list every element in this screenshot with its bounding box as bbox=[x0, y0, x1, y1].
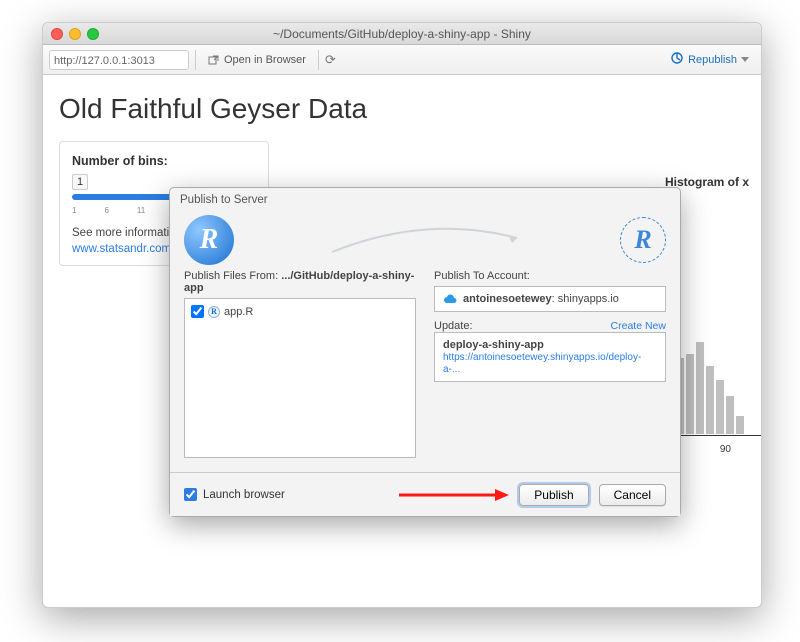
app-window: ~/Documents/GitHub/deploy-a-shiny-app - … bbox=[42, 22, 762, 608]
launch-browser-checkbox[interactable] bbox=[184, 488, 197, 501]
files-column: Publish Files From: .../GitHub/deploy-a-… bbox=[184, 270, 416, 450]
bar bbox=[695, 341, 705, 435]
bins-value: 1 bbox=[72, 174, 88, 190]
dialog-footer: Launch browser Publish Cancel bbox=[170, 472, 680, 516]
update-app-url[interactable]: https://antoinesoetewey.shinyapps.io/dep… bbox=[443, 352, 641, 375]
tick: 6 bbox=[104, 206, 108, 215]
account-user: antoinesoetewey bbox=[463, 293, 552, 305]
open-in-browser-button[interactable]: Open in Browser bbox=[202, 52, 312, 68]
popout-icon bbox=[208, 54, 220, 66]
url-input[interactable]: http://127.0.0.1:3013 bbox=[49, 50, 189, 70]
files-listbox[interactable]: R app.R bbox=[184, 298, 416, 458]
update-app-name: deploy-a-shiny-app bbox=[443, 339, 657, 351]
toolbar: http://127.0.0.1:3013 Open in Browser ⟳ … bbox=[43, 45, 761, 75]
create-new-link[interactable]: Create New bbox=[611, 320, 666, 332]
bar bbox=[735, 415, 745, 435]
axis-tick-label: 90 bbox=[720, 444, 731, 455]
info-text-label: See more information bbox=[72, 227, 182, 239]
separator bbox=[318, 50, 319, 70]
files-from-label: Publish Files From: .../GitHub/deploy-a-… bbox=[184, 270, 416, 294]
update-label: Update: bbox=[434, 320, 473, 332]
tick: 1 bbox=[72, 206, 76, 215]
republish-label: Republish bbox=[688, 54, 737, 66]
bins-label: Number of bins: bbox=[72, 154, 256, 168]
account-column: Publish To Account: antoinesoetewey: shi… bbox=[434, 270, 666, 450]
reload-icon[interactable]: ⟳ bbox=[325, 52, 336, 68]
arrow-icon bbox=[244, 220, 610, 260]
bar bbox=[725, 395, 735, 435]
rstudio-logo-icon: R bbox=[184, 215, 234, 265]
bar bbox=[685, 353, 695, 435]
update-select[interactable]: deploy-a-shiny-app https://antoinesoetew… bbox=[434, 332, 666, 382]
file-row[interactable]: R app.R bbox=[191, 305, 409, 318]
titlebar: ~/Documents/GitHub/deploy-a-shiny-app - … bbox=[43, 23, 761, 45]
republish-icon bbox=[670, 51, 684, 68]
launch-browser-option[interactable]: Launch browser bbox=[184, 488, 285, 501]
open-in-browser-label: Open in Browser bbox=[224, 54, 306, 66]
file-checkbox[interactable] bbox=[191, 305, 204, 318]
window-title: ~/Documents/GitHub/deploy-a-shiny-app - … bbox=[51, 27, 753, 41]
files-from-label-text: Publish Files From: bbox=[184, 270, 278, 282]
separator bbox=[195, 50, 196, 70]
content-area: Old Faithful Geyser Data Number of bins:… bbox=[43, 75, 761, 607]
tick: 11 bbox=[137, 206, 145, 215]
publish-dialog: Publish to Server R R Publish Files From… bbox=[169, 187, 681, 517]
cancel-button[interactable]: Cancel bbox=[599, 484, 666, 506]
shinyapps-logo-icon: R bbox=[620, 217, 666, 263]
publish-button[interactable]: Publish bbox=[519, 484, 588, 506]
bar bbox=[705, 365, 715, 435]
r-file-icon: R bbox=[208, 306, 220, 318]
info-link[interactable]: www.statsandr.com bbox=[72, 243, 171, 255]
account-label: Publish To Account: bbox=[434, 270, 666, 282]
annotation-arrow-icon bbox=[399, 488, 509, 502]
republish-button[interactable]: Republish bbox=[664, 49, 755, 70]
chevron-down-icon bbox=[741, 57, 749, 62]
account-host: shinyapps.io bbox=[558, 293, 619, 305]
launch-browser-label: Launch browser bbox=[203, 489, 285, 501]
bar bbox=[715, 379, 725, 435]
dialog-title: Publish to Server bbox=[170, 188, 680, 210]
update-header: Update: Create New bbox=[434, 320, 666, 332]
file-name: app.R bbox=[224, 306, 253, 318]
account-select[interactable]: antoinesoetewey: shinyapps.io bbox=[434, 286, 666, 312]
histogram-bars bbox=[675, 341, 745, 435]
cloud-icon bbox=[443, 294, 457, 305]
publish-logos: R R bbox=[184, 212, 666, 268]
page-title: Old Faithful Geyser Data bbox=[59, 93, 745, 125]
